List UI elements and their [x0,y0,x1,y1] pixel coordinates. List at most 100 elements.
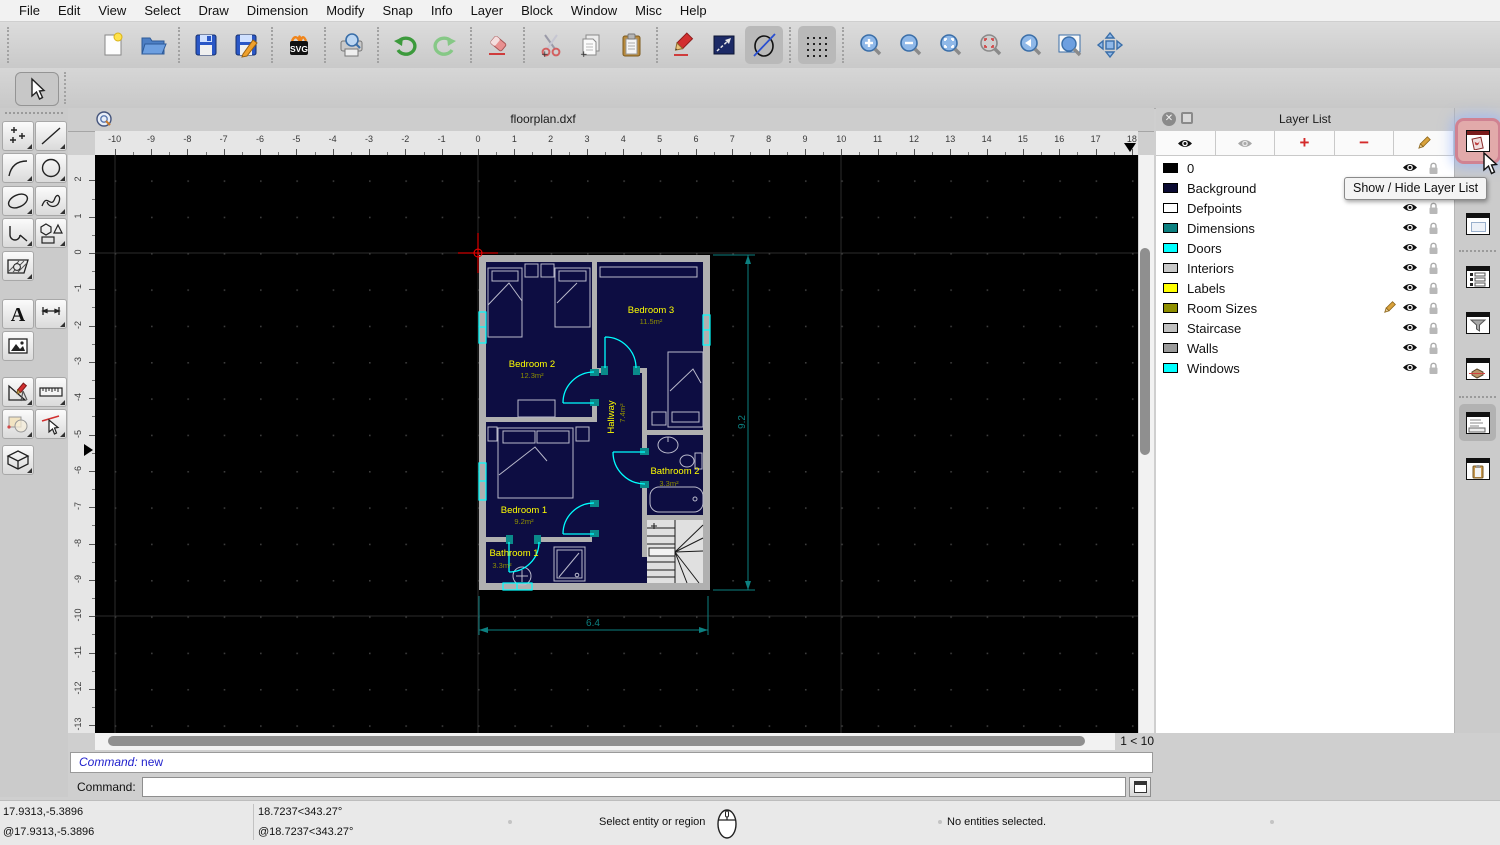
layer-lock-icon[interactable] [1427,361,1440,375]
draw-misc-tool[interactable] [2,377,34,407]
layer-lock-icon[interactable] [1427,261,1440,275]
splines-tool[interactable] [35,186,67,216]
layer-lock-icon[interactable] [1427,341,1440,355]
copy-button[interactable]: + [571,25,611,65]
selection-filter-button[interactable] [1459,304,1496,341]
save-as-button[interactable] [226,25,266,65]
show-all-layers-button[interactable] [1156,131,1216,156]
layer-lock-icon[interactable] [1427,301,1440,315]
zoom-out-button[interactable] [890,25,930,65]
layer-visibility-eye-icon[interactable] [1402,322,1418,333]
hide-all-layers-button[interactable] [1215,131,1276,156]
grid-toggle-button[interactable] [798,26,836,64]
menu-edit[interactable]: Edit [49,0,89,22]
layer-row[interactable]: Interiors [1156,258,1454,278]
hatches-tool[interactable] [2,251,34,281]
menu-help[interactable]: Help [671,0,716,22]
property-editor-button[interactable] [1459,205,1496,242]
shapes-tool[interactable] [35,218,67,248]
delete-eraser-button[interactable] [478,25,518,65]
menu-misc[interactable]: Misc [626,0,671,22]
command-input[interactable] [142,777,1126,797]
layer-visibility-eye-icon[interactable] [1402,202,1418,213]
modify-tool[interactable] [2,409,34,439]
layer-row[interactable]: Room Sizes [1156,298,1454,318]
layer-row[interactable]: Doors [1156,238,1454,258]
dimensions-tool[interactable] [35,299,67,329]
layer-visibility-eye-icon[interactable] [1402,222,1418,233]
new-file-button[interactable] [93,25,133,65]
undo-button[interactable] [385,25,425,65]
remove-layer-button[interactable]: − [1334,131,1395,156]
open-file-button[interactable] [133,25,173,65]
layer-lock-icon[interactable] [1427,221,1440,235]
layer-lock-icon[interactable] [1427,281,1440,295]
zoom-window-button[interactable] [1050,25,1090,65]
layer-row[interactable]: Walls [1156,338,1454,358]
layer-row[interactable]: Windows [1156,358,1454,378]
layer-visibility-eye-icon[interactable] [1402,162,1418,173]
layer-visibility-eye-icon[interactable] [1402,302,1418,313]
auto-zoom-button[interactable] [930,25,970,65]
menu-modify[interactable]: Modify [317,0,373,22]
layer-row[interactable]: Labels [1156,278,1454,298]
menu-select[interactable]: Select [135,0,189,22]
command-panel-toggle-button[interactable] [1129,777,1151,797]
drawing-canvas[interactable]: Bedroom 2 12.3m² Bedroom 3 11.5m² Bedroo… [95,155,1138,733]
command-line-button[interactable] [1459,404,1496,441]
layer-visibility-eye-icon[interactable] [1402,282,1418,293]
zoom-selection-button[interactable] [970,25,1010,65]
layer-lock-icon[interactable] [1427,241,1440,255]
save-button[interactable] [186,25,226,65]
menu-block[interactable]: Block [512,0,562,22]
previous-view-button[interactable] [1010,25,1050,65]
circles-tool[interactable] [35,153,67,183]
toolbar-handle[interactable] [7,27,10,63]
image-tool[interactable] [2,331,34,361]
block-list-button[interactable] [1459,258,1496,295]
polylines-tool[interactable] [2,218,34,248]
layer-lock-icon[interactable] [1427,201,1440,215]
layer-row[interactable]: Staircase [1156,318,1454,338]
layer-visibility-eye-icon[interactable] [1402,362,1418,373]
layer-row[interactable]: Defpoints [1156,198,1454,218]
library-browser-button[interactable] [1459,350,1496,387]
viewport-3d-tool[interactable] [2,445,34,475]
add-layer-button[interactable]: + [1275,131,1335,156]
vertical-scrollbar-thumb[interactable] [1140,248,1150,455]
layer-list-header[interactable]: ✕ Layer List [1156,108,1454,132]
menu-draw[interactable]: Draw [189,0,237,22]
draft-mode-button[interactable] [745,26,783,64]
cut-button[interactable]: + [531,25,571,65]
print-preview-button[interactable] [332,25,372,65]
layer-visibility-eye-icon[interactable] [1402,342,1418,353]
layer-lock-icon[interactable] [1427,321,1440,335]
menu-snap[interactable]: Snap [374,0,422,22]
edit-layer-button[interactable] [1394,131,1454,156]
menu-window[interactable]: Window [562,0,626,22]
line-tool-button[interactable] [704,25,744,65]
modify-select-tool[interactable] [35,409,67,439]
horizontal-scrollbar-thumb[interactable] [108,736,1085,746]
layer-lock-icon[interactable] [1427,161,1440,175]
layer-visibility-eye-icon[interactable] [1402,262,1418,273]
clipboard-panel-button[interactable] [1459,450,1496,487]
layer-visibility-eye-icon[interactable] [1402,242,1418,253]
edit-pencil-button[interactable] [664,25,704,65]
menu-info[interactable]: Info [422,0,462,22]
layer-row[interactable]: 0 [1156,158,1454,178]
menu-dimension[interactable]: Dimension [238,0,317,22]
arcs-tool[interactable] [2,153,34,183]
menu-layer[interactable]: Layer [462,0,513,22]
measure-tool[interactable] [35,377,67,407]
menu-view[interactable]: View [89,0,135,22]
menu-file[interactable]: File [10,0,49,22]
redo-button[interactable] [425,25,465,65]
zoom-in-button[interactable] [850,25,890,65]
ellipses-tool[interactable] [2,186,34,216]
layer-row[interactable]: Dimensions [1156,218,1454,238]
paste-button[interactable] [611,25,651,65]
selection-arrow-button[interactable] [15,72,59,106]
text-tool[interactable]: A [2,299,34,329]
export-svg-button[interactable]: SVG [279,25,319,65]
